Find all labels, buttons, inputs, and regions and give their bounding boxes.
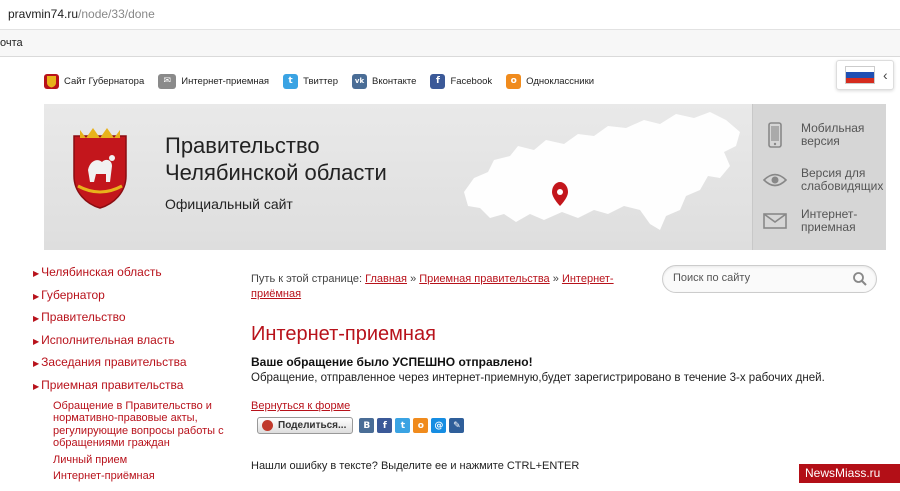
facebook-icon: f: [430, 73, 446, 89]
breadcrumb: Путь к этой странице: Главная » Приемная…: [251, 273, 614, 300]
triangle-right-icon: ▶: [33, 381, 40, 391]
livejournal-share-icon[interactable]: ✎: [449, 418, 465, 433]
watermark: NewsMiass.ru: [799, 464, 900, 483]
emblem-icon: [44, 73, 59, 89]
address-bar[interactable]: pravmin74.ru/node/33/done: [0, 0, 900, 30]
back-to-form-link[interactable]: Вернуться к форме: [251, 400, 350, 412]
triangle-right-icon: ▶: [33, 336, 40, 346]
share-bar: Поделиться... В f t о @ ✎: [257, 417, 467, 434]
registration-notice: Обращение, отправленное через интернет-п…: [251, 372, 825, 384]
page-title: Интернет-приемная: [251, 323, 436, 345]
subnav-item-personal-reception[interactable]: Личный прием: [53, 454, 233, 467]
site-subtitle: Официальный сайт: [165, 196, 293, 212]
bookmark-item[interactable]: очта: [0, 37, 23, 49]
top-links-bar: Сайт Губернатора ✉ Интернет-приемная t Т…: [44, 71, 608, 91]
odnoklassniki-share-icon[interactable]: о: [413, 418, 429, 433]
breadcrumb-home[interactable]: Главная: [365, 273, 407, 285]
url-path: /node/33/done: [78, 7, 155, 21]
vk-share-icon[interactable]: В: [359, 418, 375, 433]
language-switcher[interactable]: ‹: [836, 60, 894, 90]
left-navigation: ▶ Челябинская область ▶ Губернатор ▶ Правит…: [33, 264, 233, 487]
mobile-version-link[interactable]: Мобильная версия: [763, 122, 891, 148]
url-domain: pravmin74.ru: [8, 7, 79, 21]
triangle-right-icon: ▶: [33, 291, 40, 301]
odnoklassniki-link[interactable]: о Одноклассники: [506, 73, 594, 89]
chevron-left-icon: ‹: [883, 67, 888, 83]
site-search: [662, 265, 877, 293]
twitter-share-icon[interactable]: t: [395, 418, 411, 433]
nav-item-government-meetings[interactable]: ▶ Заседания правительства: [33, 354, 233, 377]
mobile-icon: [763, 122, 787, 148]
breadcrumb-separator: »: [410, 273, 417, 285]
triangle-right-icon: ▶: [33, 314, 40, 324]
envelope-icon: ✉: [158, 73, 177, 89]
success-message: Ваше обращение было УСПЕШНО отправлено!: [251, 355, 533, 369]
breadcrumb-separator: »: [552, 273, 559, 285]
site-title[interactable]: Правительство Челябинской области: [165, 132, 387, 186]
search-input[interactable]: [673, 272, 843, 284]
internet-reception-link[interactable]: ✉ Интернет-приемная: [158, 73, 269, 89]
share-icon: [262, 420, 273, 431]
envelope-icon: [763, 208, 787, 234]
nav-item-governor[interactable]: ▶ Губернатор: [33, 287, 233, 310]
vk-icon: vk: [351, 73, 367, 89]
subnav-item-appeals[interactable]: Обращение в Правительство и нормативно-п…: [53, 400, 225, 450]
vk-link[interactable]: vk Вконтакте: [351, 73, 416, 89]
url-text[interactable]: pravmin74.ru/node/33/done: [8, 7, 155, 21]
subnav-item-internet-reception[interactable]: Интернет-приёмная: [53, 470, 233, 483]
low-vision-version-link[interactable]: Версия для слабовидящих: [763, 167, 891, 193]
facebook-share-icon[interactable]: f: [377, 418, 393, 433]
bookmarks-bar: очта: [0, 30, 900, 57]
mailru-share-icon[interactable]: @: [431, 418, 447, 433]
twitter-link[interactable]: t Твиттер: [283, 73, 338, 89]
search-icon[interactable]: [852, 271, 868, 287]
internet-reception-side-link[interactable]: Интернет-приемная: [763, 208, 891, 234]
russia-flag-icon: [845, 66, 875, 84]
breadcrumb-government-reception[interactable]: Приемная правительства: [419, 273, 549, 285]
triangle-right-icon: ▶: [33, 269, 40, 278]
odnoklassniki-icon: о: [506, 73, 522, 89]
header-side-panel: Мобильная версия Версия для слабовидящих…: [752, 104, 886, 250]
eye-icon: [763, 167, 787, 193]
nav-item-government[interactable]: ▶ Правительство: [33, 309, 233, 332]
coat-of-arms-icon[interactable]: [66, 126, 134, 210]
triangle-right-icon: ▶: [33, 359, 40, 369]
share-button[interactable]: Поделиться...: [257, 417, 354, 434]
error-report-hint: Нашли ошибку в тексте? Выделите ее и наж…: [251, 460, 580, 472]
nav-item-executive-power[interactable]: ▶ Исполнительная власть: [33, 332, 233, 355]
subnav: Обращение в Правительство и нормативно-п…: [53, 400, 233, 483]
governor-site-link[interactable]: Сайт Губернатора: [44, 73, 144, 89]
facebook-link[interactable]: f Facebook: [430, 73, 492, 89]
russia-map-image: [464, 112, 740, 230]
site-header: Правительство Челябинской области Официа…: [44, 104, 886, 250]
nav-item-chelyabinsk-region[interactable]: ▶ Челябинская область: [33, 264, 233, 287]
twitter-icon: t: [283, 73, 299, 89]
nav-item-government-reception[interactable]: ▶ Приемная правительства: [33, 377, 233, 400]
